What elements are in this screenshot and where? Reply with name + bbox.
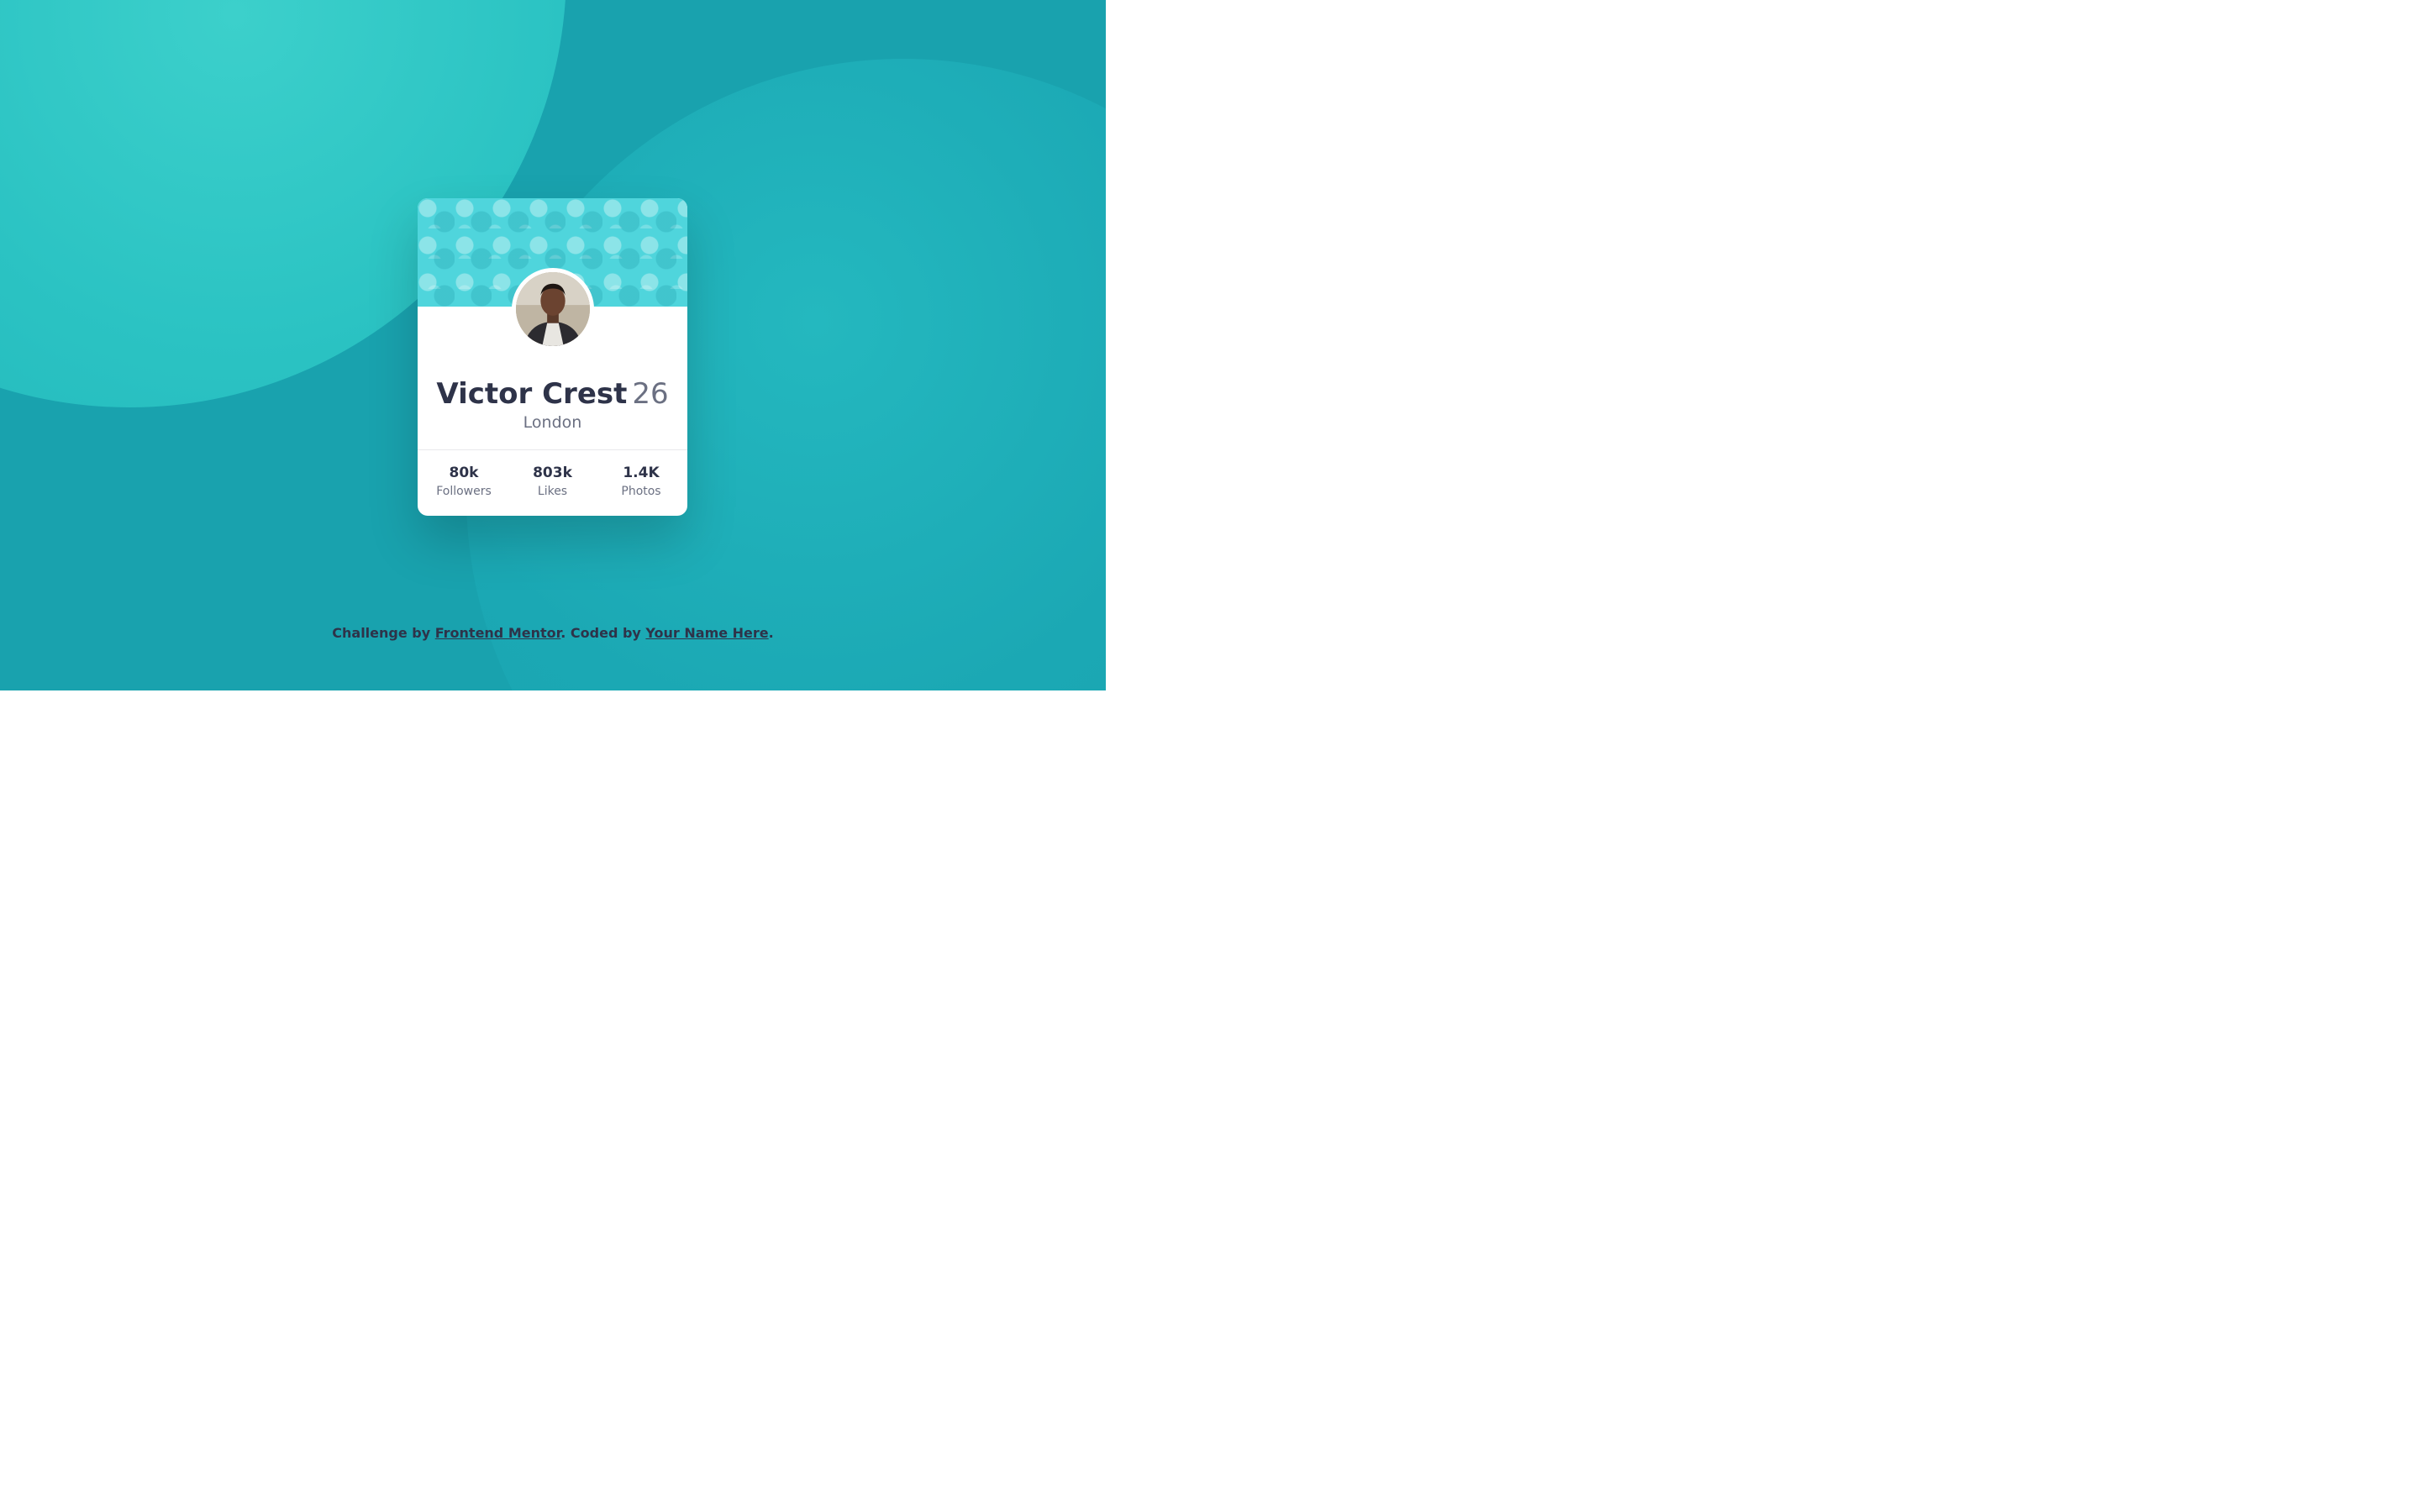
profile-card: Victor Crest 26 London 80k Followers 803k… bbox=[418, 198, 687, 516]
attribution: Challenge by Frontend Mentor. Coded by Y… bbox=[0, 625, 1106, 641]
attribution-suffix: . bbox=[768, 625, 774, 641]
profile-name-row: Victor Crest 26 bbox=[418, 377, 687, 411]
card-divider bbox=[418, 449, 687, 450]
profile-city: London bbox=[523, 413, 582, 432]
frontend-mentor-link[interactable]: Frontend Mentor bbox=[435, 625, 561, 641]
stat-value: 803k bbox=[533, 465, 572, 481]
attribution-middle: . Coded by bbox=[560, 625, 646, 641]
avatar bbox=[512, 268, 594, 350]
stat-label: Likes bbox=[537, 485, 568, 498]
person-avatar-icon bbox=[516, 272, 590, 346]
author-link[interactable]: Your Name Here bbox=[645, 625, 768, 641]
stat-label: Photos bbox=[621, 485, 661, 498]
stat-followers: 80k Followers bbox=[434, 465, 493, 499]
stat-photos: 1.4K Photos bbox=[612, 465, 671, 499]
page-background: Victor Crest 26 London 80k Followers 803k… bbox=[0, 0, 1106, 690]
profile-age: 26 bbox=[632, 377, 669, 411]
stats-row: 80k Followers 803k Likes 1.4K Photos bbox=[418, 465, 687, 499]
profile-name: Victor Crest bbox=[436, 377, 628, 411]
stat-label: Followers bbox=[436, 485, 492, 498]
stat-value: 1.4K bbox=[623, 465, 660, 481]
attribution-prefix: Challenge by bbox=[332, 625, 435, 641]
stat-value: 80k bbox=[449, 465, 479, 481]
stat-likes: 803k Likes bbox=[523, 465, 582, 499]
